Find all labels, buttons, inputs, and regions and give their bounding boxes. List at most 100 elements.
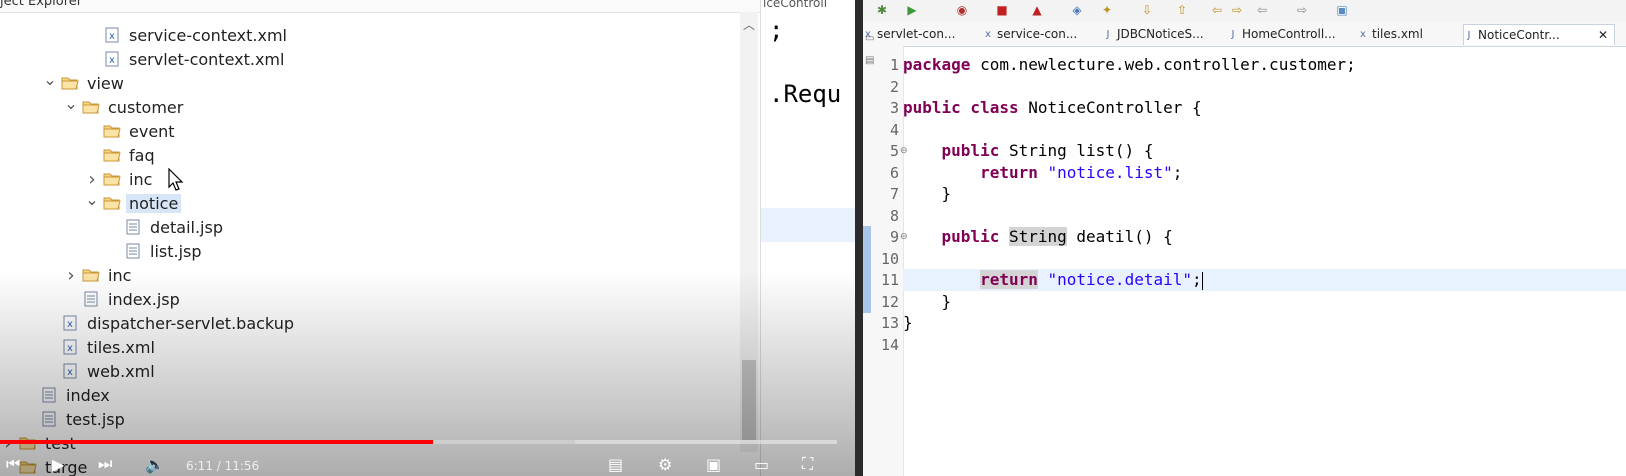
folder-icon xyxy=(19,458,37,476)
editor-tab[interactable]: J JDBCNoticeS... xyxy=(1103,24,1226,44)
debug-icon[interactable]: ✱ xyxy=(873,2,891,18)
code-line[interactable]: } xyxy=(903,291,1626,313)
line-number: 8 xyxy=(889,206,899,225)
xml-file-icon: x xyxy=(61,314,79,332)
open-type-icon[interactable]: ◈ xyxy=(1068,2,1086,18)
file-icon xyxy=(124,218,142,236)
settings-icon[interactable]: ⚙ xyxy=(658,452,672,476)
tree-item[interactable]: event xyxy=(85,120,178,142)
theater-icon[interactable]: ▭ xyxy=(754,452,769,476)
miniplayer-icon[interactable]: ▣ xyxy=(706,452,721,476)
code-line[interactable] xyxy=(903,76,1626,98)
last-edit-icon[interactable]: ⇦ xyxy=(1253,2,1271,18)
editor-tab[interactable]: x servlet-con... xyxy=(863,24,981,44)
server-icon[interactable]: ▲ xyxy=(1028,2,1046,18)
code-line[interactable] xyxy=(903,205,1626,227)
code-line[interactable] xyxy=(903,248,1626,270)
tree-item[interactable]: index.jsp xyxy=(64,288,183,310)
editor-tab[interactable]: x tiles.xml xyxy=(1358,24,1460,44)
chevron-down-icon[interactable]: ⌄ xyxy=(43,70,57,89)
tree-item[interactable]: x dispatcher-servlet.backup xyxy=(43,312,297,334)
tree-item-label: notice xyxy=(126,193,182,213)
tree-item[interactable]: test.jsp xyxy=(22,408,128,430)
tree-item[interactable]: x servlet-context.xml xyxy=(85,48,287,70)
java-file-icon: J xyxy=(1231,28,1235,40)
tree-item[interactable]: list.jsp xyxy=(106,240,205,262)
java-file-icon: J xyxy=(1467,29,1471,41)
external-tools-icon[interactable]: ◉ xyxy=(953,2,971,18)
next-icon[interactable]: ⏭ xyxy=(98,452,112,476)
editor-tab[interactable]: J NoticeContr... ✕ xyxy=(1463,24,1615,45)
chevron-down-icon[interactable]: ⌄ xyxy=(64,94,78,113)
code-line[interactable]: package com.newlecture.web.controller.cu… xyxy=(903,54,1626,76)
fullscreen-icon[interactable]: ⛶ xyxy=(802,452,813,476)
code-editor[interactable]: ✱ ▶ ◉ ■ ▲ ◈ ✦ ⇩ ⇧ ⇦ ⇨ ⇦ ⇨ ▣ x servlet-con… xyxy=(863,0,1626,476)
run-icon[interactable]: ▶ xyxy=(903,2,921,18)
previous-icon[interactable]: ⏮ xyxy=(6,452,20,476)
editor-tab-label: NoticeContr... xyxy=(1478,28,1560,42)
tree-scroll-thumb[interactable] xyxy=(742,360,756,440)
open-perspective-icon[interactable]: ▣ xyxy=(1333,2,1351,18)
tree-item-label: servlet-context.xml xyxy=(129,49,285,69)
folder-icon xyxy=(82,266,100,284)
volume-icon[interactable]: 🔈 xyxy=(145,452,165,476)
tree-item[interactable]: detail.jsp xyxy=(106,216,226,238)
tree-item-label: list.jsp xyxy=(150,241,202,261)
progress-played xyxy=(0,440,433,444)
video-player[interactable]: ject Explorer x service-context.xml x servl… xyxy=(0,0,855,476)
line-number: 4 xyxy=(889,120,899,139)
code-line[interactable]: } xyxy=(903,183,1626,205)
code-line[interactable]: return "notice.detail"; xyxy=(903,269,1626,291)
search-icon[interactable]: ✦ xyxy=(1098,2,1116,18)
tree-item-label: index xyxy=(66,385,110,405)
prev-annotation-icon[interactable]: ⇧ xyxy=(1173,2,1191,18)
tree-item[interactable]: x service-context.xml xyxy=(85,24,290,46)
editor-tab-label: HomeControll... xyxy=(1242,27,1336,41)
tree-item[interactable]: › inc xyxy=(85,168,155,190)
tree-item[interactable]: ⌄ view xyxy=(43,70,127,94)
code-line[interactable]: return "notice.list"; xyxy=(903,162,1626,184)
tree-item[interactable]: x tiles.xml xyxy=(43,336,158,358)
code-line[interactable]: public String deatil() { xyxy=(903,226,1626,248)
subtitles-icon[interactable]: ▤ xyxy=(608,452,623,476)
tree-item[interactable]: ⌄ notice xyxy=(85,190,182,214)
editor-tab[interactable]: J HomeControll... xyxy=(1228,24,1356,44)
svg-text:x: x xyxy=(67,367,73,378)
next-edit-icon[interactable]: ⇨ xyxy=(1293,2,1311,18)
tree-item[interactable]: › inc xyxy=(64,264,134,286)
code-line[interactable] xyxy=(903,334,1626,356)
project-tree[interactable]: x service-context.xml x servlet-context.xml… xyxy=(0,12,745,476)
chevron-right-icon[interactable]: › xyxy=(85,169,99,190)
back-icon[interactable]: ⇦ xyxy=(1208,2,1226,18)
tree-item[interactable]: faq xyxy=(85,144,158,166)
editor-tab[interactable]: x service-con... xyxy=(983,24,1101,44)
svg-text:x: x xyxy=(67,319,73,330)
chevron-down-icon[interactable]: ⌄ xyxy=(85,190,99,209)
scroll-up-icon[interactable]: ︿ xyxy=(743,16,755,33)
tree-item[interactable]: ⌄ customer xyxy=(64,94,186,118)
play-icon[interactable]: ▶ xyxy=(52,452,64,476)
file-icon xyxy=(40,410,58,428)
code-line[interactable]: public String list() { xyxy=(903,140,1626,162)
toolbar: ✱ ▶ ◉ ■ ▲ ◈ ✦ ⇩ ⇧ ⇦ ⇨ ⇦ ⇨ ▣ xyxy=(863,0,1626,23)
tree-item-label: inc xyxy=(108,265,132,285)
code-area[interactable]: package com.newlecture.web.controller.cu… xyxy=(903,46,1626,476)
tree-item[interactable]: x web.xml xyxy=(43,360,158,382)
stop-icon[interactable]: ■ xyxy=(993,2,1011,18)
line-number: 3 xyxy=(889,99,899,117)
next-annotation-icon[interactable]: ⇩ xyxy=(1138,2,1156,18)
code-line[interactable] xyxy=(903,119,1626,141)
outline-icon[interactable]: ▤ xyxy=(865,50,874,72)
chevron-right-icon[interactable]: › xyxy=(64,265,78,286)
restore-icon[interactable]: ▭ xyxy=(865,28,874,50)
code-line[interactable]: } xyxy=(903,312,1626,334)
tree-item-label: detail.jsp xyxy=(150,217,223,237)
xml-file-icon: x xyxy=(985,28,991,40)
forward-icon[interactable]: ⇨ xyxy=(1228,2,1246,18)
code-line[interactable]: public class NoticeController { xyxy=(903,97,1626,119)
close-icon[interactable]: ✕ xyxy=(1598,28,1608,42)
tree-item[interactable]: index xyxy=(22,384,113,406)
